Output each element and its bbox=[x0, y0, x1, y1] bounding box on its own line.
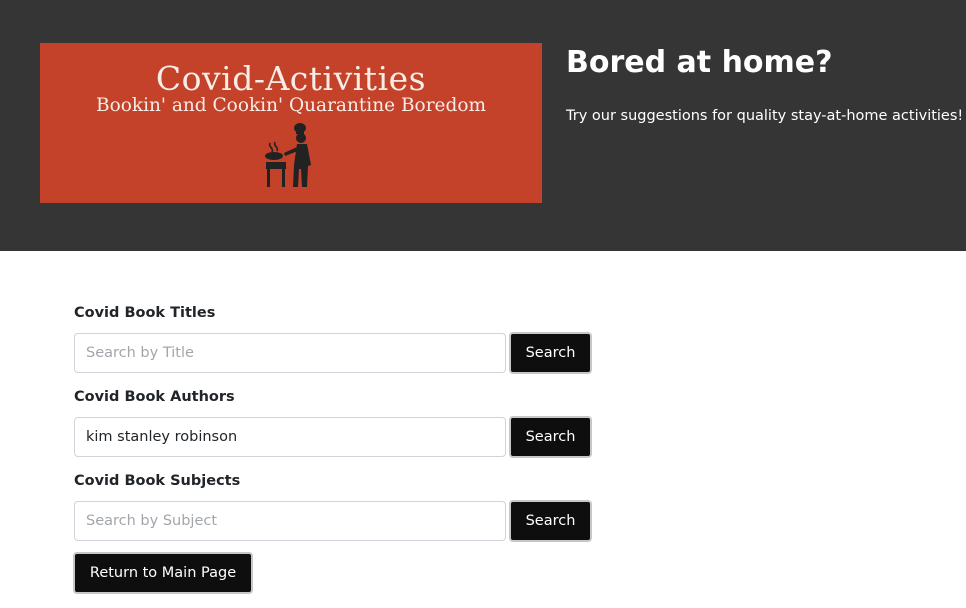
banner-subtitle: Bookin' and Cookin' Quarantine Boredom bbox=[95, 95, 487, 116]
titles-search-label: Covid Book Titles bbox=[74, 305, 216, 321]
page-tagline: Try our suggestions for quality stay-at-… bbox=[566, 108, 964, 124]
subjects-search-label: Covid Book Subjects bbox=[74, 473, 241, 489]
subject-search-input[interactable] bbox=[74, 501, 506, 541]
subject-search-button[interactable]: Search bbox=[509, 500, 592, 542]
title-search-input[interactable] bbox=[74, 333, 506, 373]
page-header: Covid-Activities Bookin' and Cookin' Qua… bbox=[0, 0, 966, 251]
author-search-button[interactable]: Search bbox=[509, 416, 592, 458]
return-to-main-page-button[interactable]: Return to Main Page bbox=[73, 552, 253, 594]
chef-cooking-icon bbox=[265, 123, 311, 187]
author-search-input[interactable] bbox=[74, 417, 506, 457]
site-banner-logo: Covid-Activities Bookin' and Cookin' Qua… bbox=[40, 43, 542, 203]
authors-search-label: Covid Book Authors bbox=[74, 389, 235, 405]
title-search-button[interactable]: Search bbox=[509, 332, 592, 374]
banner-title: Covid-Activities bbox=[155, 59, 427, 98]
page-heading: Bored at home? bbox=[566, 45, 833, 80]
